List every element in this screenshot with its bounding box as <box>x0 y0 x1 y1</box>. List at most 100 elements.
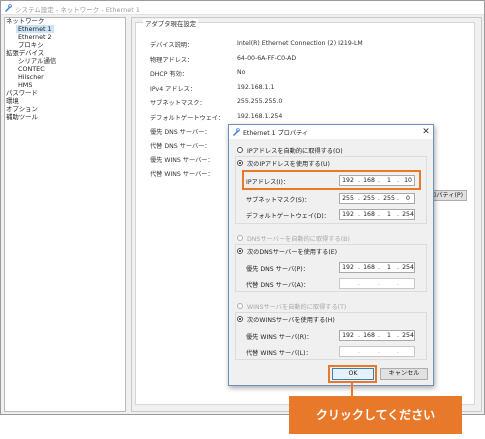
info-label-wins2: 代替 WINS サーバー： <box>150 171 214 178</box>
info-value-subnet: 255.255.255.0 <box>237 98 283 105</box>
octet-dot: . <box>397 348 399 355</box>
octet-dot: . <box>378 332 380 339</box>
ip-octet: 192 <box>342 332 354 339</box>
octet-dot: . <box>358 264 360 271</box>
ip-octet: 1 <box>387 211 391 218</box>
tree-item-ethernet1[interactable]: Ethernet 1 <box>16 25 54 33</box>
title-bar: システム設定 - ネットワーク - Ethernet 1 <box>1 1 484 15</box>
alternate-dns-field[interactable]: . . . <box>339 278 415 289</box>
ip-octet: 255 <box>363 195 375 202</box>
ip-auto-label[interactable]: IPアドレスを自動的に取得する(O) <box>247 146 343 155</box>
tree-item-password[interactable]: パスワード <box>6 89 38 97</box>
close-icon[interactable]: ✕ <box>420 126 432 138</box>
tree-item-proxy[interactable]: プロキシ <box>18 41 44 49</box>
settings-app-icon <box>5 4 12 12</box>
ip-octet: 1 <box>387 264 391 271</box>
info-value-mac: 64-00-6A-FF-C0-AD <box>237 55 297 62</box>
octet-dot: . <box>397 264 399 271</box>
tree-item-environment[interactable]: 環境 <box>6 97 19 105</box>
gateway-label: デフォルトゲートウェイ(D)： <box>246 213 330 220</box>
ip-octet: 254 <box>402 332 414 339</box>
octet-dot: . <box>397 211 399 218</box>
dns-auto-label[interactable]: DNSサーバーを自動的に取得する(B) <box>247 234 350 243</box>
info-value-gateway: 192.168.1.254 <box>237 113 283 120</box>
tree-item-hms[interactable]: HMS <box>18 81 32 89</box>
subnet-mask-label: サブネットマスク(S)： <box>246 197 311 204</box>
octet-dot: . <box>378 211 380 218</box>
ip-octet: 0 <box>406 195 410 202</box>
info-label-wins1: 優先 WINS サーバー： <box>150 157 214 164</box>
gateway-field[interactable]: 192 . 168 . 1 . 254 <box>339 209 415 220</box>
octet-dot: . <box>378 280 380 287</box>
tree-item-expansion-devices[interactable]: 拡張デバイス <box>6 49 44 57</box>
tree-item-network[interactable]: ネットワーク <box>6 17 44 25</box>
dns-auto-radio[interactable] <box>237 235 243 241</box>
preferred-dns-field[interactable]: 192 . 168 . 1 . 254 <box>339 262 415 273</box>
tree-item-hilscher[interactable]: Hilscher <box>18 73 44 81</box>
info-label-dns1: 優先 DNS サーバー： <box>150 129 211 136</box>
info-label-subnet: サブネットマスク： <box>150 100 206 107</box>
ip-auto-radio[interactable] <box>237 147 243 153</box>
dns-manual-radio[interactable] <box>237 248 243 254</box>
ip-octet: 192 <box>342 211 354 218</box>
subnet-mask-field[interactable]: 255 . 255 . 255 . 0 <box>339 193 415 204</box>
tree-item-contec[interactable]: CONTEC <box>18 65 45 73</box>
preferred-wins-label: 優先 WINS サーバ(R)： <box>246 334 313 341</box>
ip-octet: 254 <box>402 211 414 218</box>
wins-auto-label[interactable]: WINSサーバを自動的に取得する(T) <box>247 302 346 311</box>
tree-item-serial[interactable]: シリアル通信 <box>18 57 56 65</box>
octet-dot: . <box>358 280 360 287</box>
tree-item-tools[interactable]: 補助ツール <box>6 113 38 121</box>
adapter-group-title: アダプタ現在設定 <box>143 19 199 28</box>
alternate-wins-label: 代替 WINS サーバ(L)： <box>246 350 312 357</box>
info-label-ipv4: IPv4 アドレス： <box>150 86 197 93</box>
dialog-title: Ethernet 1 プロパティ <box>243 130 309 137</box>
info-label-gateway: デフォルトゲートウェイ： <box>150 115 225 122</box>
ip-octet: 255 <box>342 195 354 202</box>
preferred-dns-label: 優先 DNS サーバ(P)： <box>246 266 309 273</box>
octet-dot: . <box>397 332 399 339</box>
info-value-device: Intel(R) Ethernet Connection (2) I219-LM <box>237 40 363 47</box>
info-label-dns2: 代替 DNS サーバー： <box>150 143 211 150</box>
instruction-callout: クリックしてください <box>289 396 462 434</box>
dns-manual-label[interactable]: 次のDNSサーバーを使用する(E) <box>247 247 340 256</box>
settings-app-icon <box>233 128 240 136</box>
ip-octet: 168 <box>363 211 375 218</box>
info-label-dhcp: DHCP 有効： <box>150 71 188 78</box>
octet-dot: . <box>378 195 380 202</box>
alternate-dns-label: 代替 DNS サーバ(A)： <box>246 282 310 289</box>
tree-item-ethernet2[interactable]: Ethernet 2 <box>18 33 52 41</box>
octet-dot: . <box>397 280 399 287</box>
info-label-device: デバイス説明： <box>150 42 194 49</box>
ip-octet: 1 <box>387 332 391 339</box>
octet-dot: . <box>358 211 360 218</box>
octet-dot: . <box>358 332 360 339</box>
info-value-dhcp: No <box>237 69 246 76</box>
callout-connector <box>351 383 353 397</box>
info-value-ipv4: 192.168.1.1 <box>237 84 275 91</box>
ip-octet: 254 <box>402 264 414 271</box>
tree-item-options[interactable]: オプション <box>6 105 38 113</box>
ip-octet: 168 <box>363 264 375 271</box>
octet-dot: . <box>358 195 360 202</box>
ip-address-highlight <box>242 170 421 190</box>
wins-auto-radio[interactable] <box>237 303 243 309</box>
octet-dot: . <box>378 264 380 271</box>
preferred-wins-field[interactable]: 192 . 168 . 1 . 254 <box>339 330 415 341</box>
ip-octet: 192 <box>342 264 354 271</box>
octet-dot: . <box>397 195 399 202</box>
octet-dot: . <box>358 348 360 355</box>
wins-manual-label[interactable]: 次のWINSサーバを使用する(H) <box>247 315 337 324</box>
ip-manual-radio[interactable] <box>237 160 243 166</box>
info-label-mac: 物理アドレス： <box>150 57 194 64</box>
wins-manual-radio[interactable] <box>237 316 243 322</box>
ip-manual-label[interactable]: 次のIPアドレスを使用する(U) <box>247 159 332 168</box>
cancel-button[interactable]: キャンセル <box>380 368 428 380</box>
ip-octet: 168 <box>363 332 375 339</box>
dialog-title-bar: Ethernet 1 プロパティ ✕ <box>229 125 433 139</box>
alternate-wins-field[interactable]: . . . <box>339 346 415 357</box>
window-title: システム設定 - ネットワーク - Ethernet 1 <box>15 6 140 14</box>
ip-octet: 255 <box>383 195 395 202</box>
ok-button-highlight <box>328 365 377 383</box>
octet-dot: . <box>378 348 380 355</box>
